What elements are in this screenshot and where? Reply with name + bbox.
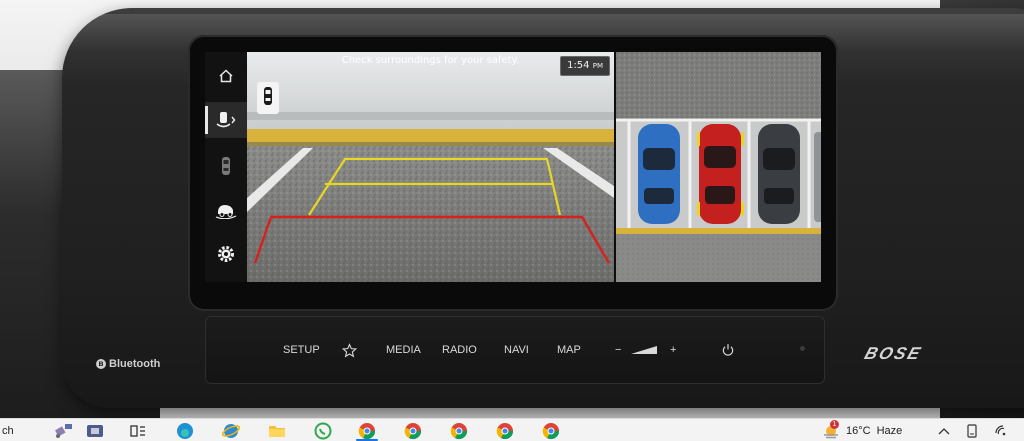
taskbar-satellite-app[interactable] — [84, 422, 106, 440]
rear-camera-view: Check surroundings for your safety. 1:54… — [247, 52, 614, 282]
chrome-icon — [542, 422, 560, 440]
bluetooth-icon: ʙ — [96, 359, 106, 369]
clock-time: 1:54 — [567, 60, 590, 71]
wifi-icon — [994, 424, 1008, 438]
top-view-image — [616, 52, 821, 282]
setup-button[interactable]: SETUP — [283, 316, 320, 384]
notification-badge: 1 — [830, 420, 839, 429]
chrome-icon — [450, 422, 468, 440]
indicator-light — [800, 346, 805, 351]
sidebar-item-home[interactable] — [205, 58, 247, 94]
parked-car-dark — [758, 124, 800, 224]
sidebar-item-settings[interactable] — [205, 236, 247, 272]
star-icon — [341, 342, 358, 358]
settings-gear-icon — [216, 244, 236, 264]
taskbar-app-edge[interactable] — [176, 422, 194, 440]
rear-camera-image — [247, 52, 614, 282]
home-icon — [218, 69, 234, 83]
whatsapp-icon — [314, 422, 332, 440]
taskbar-app-chrome-2[interactable] — [404, 422, 422, 440]
navi-button[interactable]: NAVI — [504, 316, 529, 384]
parked-car-red — [697, 124, 744, 224]
hardware-control-strip: SETUP MEDIA RADIO NAVI MAP − + — [205, 316, 825, 384]
weather-widget[interactable]: 1 16°C Haze — [822, 420, 903, 440]
infotainment-screen: Check surroundings for your safety. 1:54… — [205, 52, 821, 282]
satellite-icon — [52, 422, 74, 440]
clock-suffix: PM — [592, 62, 603, 70]
photo-background: Check surroundings for your safety. 1:54… — [0, 0, 1024, 418]
search-box-fragment[interactable]: ch — [2, 422, 14, 440]
taskbar-widget-app[interactable] — [52, 422, 74, 440]
taskbar-app-whatsapp[interactable] — [314, 422, 332, 440]
media-button[interactable]: MEDIA — [386, 316, 421, 384]
radio-button[interactable]: RADIO — [442, 316, 477, 384]
show-hidden-icons-button[interactable] — [938, 422, 950, 440]
tablet-icon — [966, 424, 978, 438]
tray-device-button[interactable] — [966, 422, 978, 440]
chrome-icon — [404, 422, 422, 440]
sidebar-item-top-view[interactable] — [205, 148, 247, 184]
taskbar-app-chrome-1[interactable] — [358, 422, 376, 440]
bluetooth-label: Bluetooth — [109, 358, 161, 370]
favorite-button[interactable] — [341, 316, 358, 384]
taskbar-app-chrome-4[interactable] — [496, 422, 514, 440]
weather-desc: Haze — [876, 425, 903, 437]
volume-wedge-icon — [631, 344, 657, 356]
parked-car-blue — [638, 124, 680, 224]
folder-icon — [268, 423, 286, 439]
power-button[interactable] — [721, 316, 735, 384]
taskbar-app-chrome-5[interactable] — [542, 422, 560, 440]
power-icon — [721, 344, 735, 356]
satellite-dish-icon — [84, 422, 106, 440]
task-view-button[interactable] — [130, 422, 146, 440]
tray-network-button[interactable] — [994, 422, 1008, 440]
chevron-up-icon — [938, 426, 950, 436]
parking-sensor-icon — [215, 110, 237, 130]
sidebar-item-parking-sensor[interactable] — [205, 102, 247, 138]
volume-up-button[interactable]: + — [670, 316, 676, 384]
weather-temp: 16°C — [846, 425, 871, 437]
clock: 1:54 PM — [560, 56, 610, 76]
volume-down-button[interactable]: − — [615, 316, 621, 384]
bose-logo: BOSE — [862, 344, 925, 363]
car-top-icon — [263, 86, 273, 110]
top-down-view — [616, 52, 821, 282]
taskbar: ch 1 16°C Haze — [0, 418, 1024, 441]
car-3d-view-icon — [215, 201, 237, 219]
task-view-icon — [130, 424, 146, 438]
map-button[interactable]: MAP — [557, 316, 581, 384]
screen-sidebar — [205, 52, 247, 282]
safety-banner: Check surroundings for your safety. — [341, 55, 520, 66]
chrome-icon — [496, 422, 514, 440]
taskbar-app-file-explorer[interactable] — [268, 422, 286, 440]
car-top-icon — [220, 156, 232, 176]
bluetooth-badge: ʙ Bluetooth — [96, 358, 160, 370]
weather-haze-icon: 1 — [822, 420, 840, 439]
chrome-icon — [358, 422, 376, 440]
taskbar-app-ie[interactable] — [222, 422, 240, 440]
edge-browser-icon — [176, 422, 194, 440]
volume-level-indicator — [631, 316, 657, 384]
view-toggle-button[interactable] — [257, 82, 279, 114]
sidebar-item-3d-view[interactable] — [205, 192, 247, 228]
internet-explorer-icon — [222, 422, 240, 440]
taskbar-app-chrome-3[interactable] — [450, 422, 468, 440]
